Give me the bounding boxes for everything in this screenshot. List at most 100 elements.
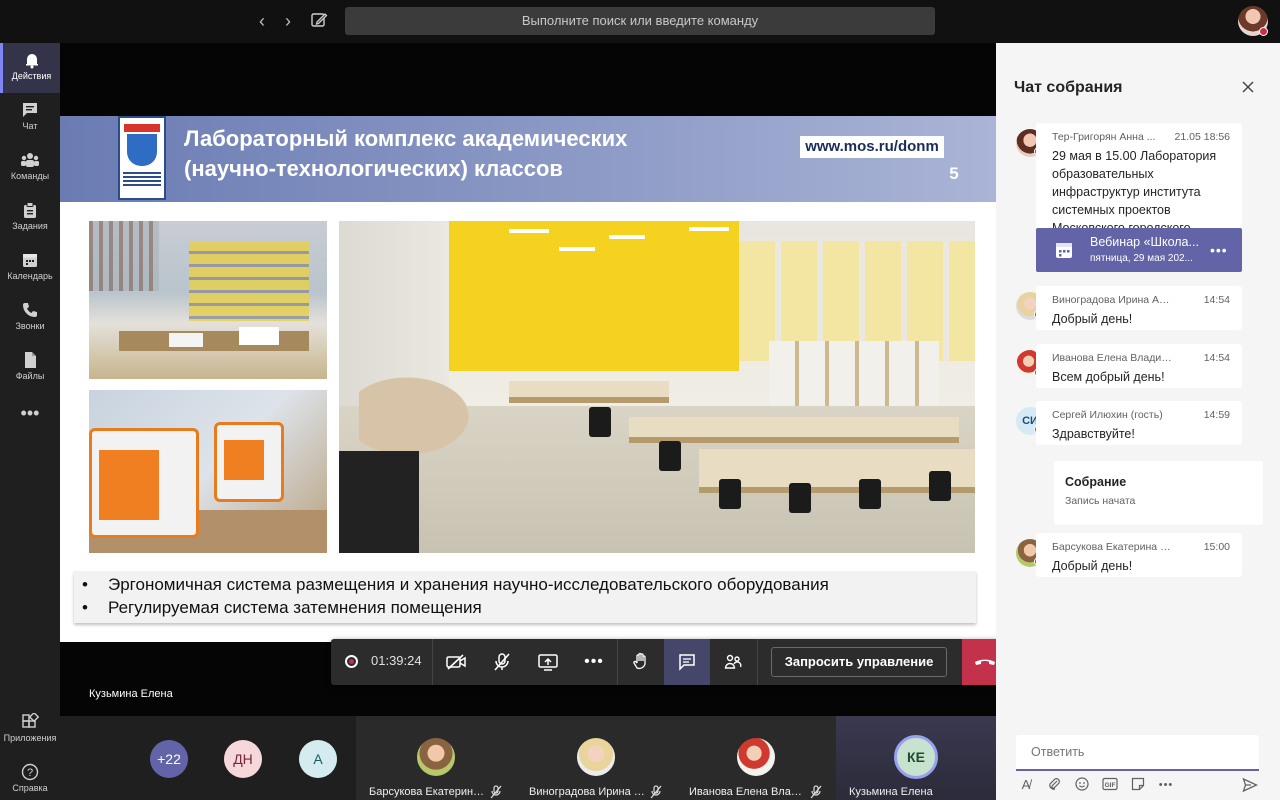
participant-tile[interactable]: КЕ Кузьмина Елена — [836, 716, 996, 800]
participant-name: Барсукова Екатерина Михайловна — [369, 786, 487, 798]
event-title: Вебинар «Школа... — [1090, 235, 1199, 249]
request-control-button[interactable]: Запросить управление — [771, 647, 947, 677]
message-time: 21.05 18:56 — [1174, 131, 1230, 143]
rail-item-help[interactable]: ? Справка — [0, 755, 60, 800]
rail-label: Чат — [22, 121, 38, 131]
event-date: пятница, 29 мая 202... — [1090, 253, 1193, 264]
gif-icon[interactable]: GIF — [1102, 777, 1118, 793]
participant-tile[interactable]: Иванова Елена Владимировна — [676, 716, 836, 800]
message-text: 29 мая в 15.00 Лаборатория образовательн… — [1052, 149, 1217, 228]
message-text: Добрый день! — [1052, 559, 1133, 573]
more-options-icon[interactable]: ••• — [1210, 242, 1228, 258]
more-actions-button[interactable]: ••• — [571, 639, 617, 685]
participant-name: Кузьмина Елена — [849, 786, 933, 798]
search-input[interactable]: Выполните поиск или введите команду — [345, 7, 935, 35]
participant-avatar[interactable]: ДН — [224, 740, 262, 778]
rail-label: Команды — [10, 171, 50, 181]
mic-off-button[interactable] — [479, 639, 525, 685]
slide-bullets: Эргономичная система размещения и хранен… — [74, 571, 976, 623]
rail-item-files[interactable]: Файлы — [0, 343, 60, 393]
apps-icon — [22, 713, 39, 728]
presence-busy-icon — [1259, 27, 1268, 36]
rail-item-calendar[interactable]: Календарь — [0, 243, 60, 293]
participant-tile[interactable]: Виноградова Ирина Анатольевна — [516, 716, 676, 800]
recording-icon — [345, 655, 358, 668]
slide-bullet: Эргономичная система размещения и хранен… — [82, 575, 829, 595]
participants-strip: +22 ДН А Барсукова Екатерина Михайловна … — [60, 716, 996, 800]
assignments-icon — [24, 202, 36, 218]
chat-toggle-button[interactable] — [664, 639, 710, 685]
shared-slide: Лабораторный комплекс академических (нау… — [60, 116, 996, 642]
call-timer: 01:39:24 — [371, 653, 422, 668]
meeting-recording-card[interactable]: Собрание Запись начата — [1054, 461, 1263, 525]
rail-label: Звонки — [15, 321, 45, 331]
more-options-icon[interactable]: ••• — [1158, 777, 1174, 793]
emoji-icon[interactable] — [1074, 777, 1090, 793]
format-icon[interactable]: A̸ — [1018, 777, 1034, 793]
chevron-left-icon[interactable]: ‹ — [252, 11, 272, 31]
share-screen-button[interactable] — [525, 639, 571, 685]
rail-label: Задания — [12, 221, 48, 231]
slide-page-number: 5 — [949, 164, 959, 183]
rail-item-chat[interactable]: Чат — [0, 93, 60, 143]
rail-label: Действия — [11, 71, 52, 81]
rail-label: Приложения — [3, 733, 57, 743]
mic-off-icon — [490, 785, 502, 799]
chevron-right-icon[interactable]: › — [278, 11, 298, 31]
bell-icon — [25, 54, 38, 69]
sticker-icon[interactable] — [1130, 777, 1146, 793]
camera-off-button[interactable] — [433, 639, 479, 685]
reply-box[interactable] — [1016, 735, 1259, 771]
svg-text:GIF: GIF — [1105, 782, 1116, 789]
more-icon[interactable]: ••• — [0, 398, 60, 434]
chat-message[interactable]: Виноградова Ирина Анат... 14:54 Добрый д… — [1036, 286, 1242, 330]
lab-photo-shelves — [89, 221, 327, 379]
message-author: Иванова Елена Владимир... — [1052, 352, 1172, 364]
raise-hand-icon — [633, 652, 646, 670]
message-time: 14:54 — [1203, 294, 1230, 306]
chat-message[interactable]: Тер-Григорян Анна ... 21.05 18:56 29 мая… — [1036, 123, 1242, 228]
more-participants-button[interactable]: +22 — [150, 740, 188, 778]
rail-label: Календарь — [7, 271, 53, 281]
rail-label: Справка — [12, 783, 48, 793]
chat-message[interactable]: Иванова Елена Владимир... 14:54 Всем доб… — [1036, 344, 1242, 388]
call-controls: 01:39:24 ••• Запросить управление — [331, 639, 1008, 685]
meeting-card-title: Собрание — [1065, 475, 1127, 489]
chat-message[interactable]: Сергей Илюхин (гость) 14:59 Здравствуйте… — [1036, 401, 1242, 445]
rail-item-teams[interactable]: Команды — [0, 143, 60, 193]
participants-icon — [724, 654, 742, 669]
attach-icon[interactable] — [1046, 777, 1062, 793]
top-bar: ‹ › Выполните поиск или введите команду — [0, 0, 1280, 43]
participant-tile[interactable]: Барсукова Екатерина Михайловна — [356, 716, 516, 800]
reply-input[interactable] — [1016, 735, 1259, 769]
message-text: Всем добрый день! — [1052, 370, 1165, 384]
rail-item-calls[interactable]: Звонки — [0, 293, 60, 343]
meeting-chat-panel: Чат собрания Тер-Григорян Анна ... 21.05… — [996, 43, 1280, 800]
lab-photo-3d-printers — [89, 390, 327, 553]
participant-avatar: КЕ — [894, 735, 938, 779]
camera-off-icon — [446, 654, 466, 670]
department-logo — [118, 116, 166, 200]
participant-avatar — [577, 738, 615, 776]
participant-avatar — [417, 738, 455, 776]
send-icon[interactable] — [1242, 777, 1259, 793]
slide-title: Лабораторный комплекс академических (нау… — [184, 124, 804, 184]
participants-button[interactable] — [710, 639, 756, 685]
participant-avatar[interactable]: А — [299, 740, 337, 778]
event-card[interactable]: Вебинар «Школа... пятница, 29 мая 202...… — [1036, 228, 1242, 272]
message-author: Сергей Илюхин (гость) — [1052, 409, 1163, 421]
raise-hand-button[interactable] — [618, 639, 664, 685]
compose-icon[interactable] — [310, 11, 330, 31]
file-icon — [25, 352, 36, 368]
chat-message[interactable]: Барсукова Екатерина Мих... 15:00 Добрый … — [1036, 533, 1242, 577]
rail-item-apps[interactable]: Приложения — [0, 705, 60, 755]
rail-item-activity[interactable]: Действия — [0, 43, 60, 93]
rail-label: Файлы — [15, 371, 45, 381]
close-icon[interactable] — [1240, 79, 1256, 95]
rail-item-assignments[interactable]: Задания — [0, 193, 60, 243]
mic-off-icon — [494, 653, 510, 671]
mic-off-icon — [810, 785, 822, 799]
mic-off-icon — [650, 785, 662, 799]
lab-photo-classroom — [339, 221, 975, 553]
message-text: Здравствуйте! — [1052, 427, 1135, 441]
